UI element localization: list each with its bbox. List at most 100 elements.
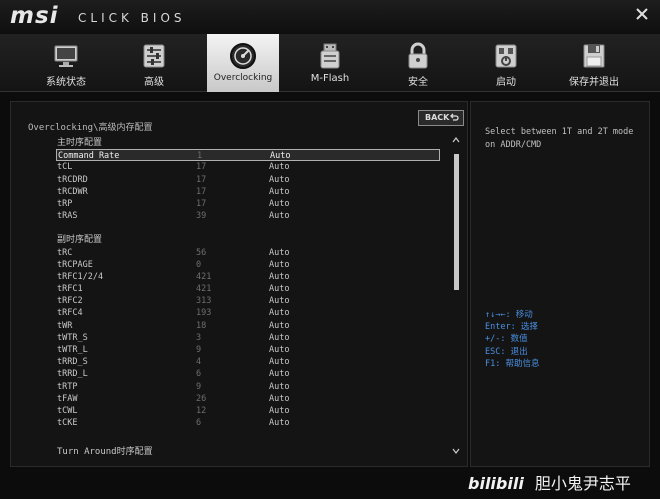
nav-label: 启动 — [496, 77, 516, 88]
setting-name: tWTR_S — [57, 332, 88, 343]
setting-name: tRC — [57, 247, 73, 258]
breadcrumb: Overclocking\高级内存配置 — [28, 123, 153, 133]
setting-row-trcpage[interactable]: tRCPAGE 0 Auto — [56, 259, 440, 271]
setting-mode[interactable]: Auto — [269, 161, 289, 173]
setting-row-trrd-l[interactable]: tRRD_L 6 Auto — [56, 368, 440, 380]
setting-row-tcwl[interactable]: tCWL 12 Auto — [56, 405, 440, 417]
nav-label: 安全 — [408, 77, 428, 88]
setting-mode[interactable]: Auto — [269, 174, 289, 186]
setting-mode[interactable]: Auto — [269, 271, 289, 283]
back-button[interactable]: BACK — [418, 110, 464, 126]
setting-name: tRRD_L — [57, 369, 88, 380]
setting-value: 17 — [196, 162, 207, 173]
setting-row-tcke[interactable]: tCKE 6 Auto — [56, 417, 440, 429]
setting-name: tRFC1/2/4 — [57, 271, 104, 282]
nav-label: 系统状态 — [46, 77, 86, 88]
key-help: ↑↓→←: 移动 Enter: 选择 +/-: 数值 ESC: 退出 F1: 帮… — [485, 309, 645, 370]
nav-m-flash[interactable]: M-Flash — [294, 34, 366, 92]
setting-value: 17 — [196, 186, 207, 197]
back-button-label: BACK — [425, 113, 450, 122]
scroll-up-icon[interactable] — [451, 136, 461, 144]
close-icon[interactable] — [634, 6, 650, 22]
setting-row-command-rate[interactable]: Command Rate 1 Auto — [56, 149, 440, 162]
setting-row-trfc2[interactable]: tRFC2 313 Auto — [56, 295, 440, 307]
setting-row-twr[interactable]: tWR 18 Auto — [56, 320, 440, 332]
section-heading-turnaround[interactable]: Turn Around时序配置 — [57, 444, 153, 457]
setting-mode[interactable]: Auto — [269, 210, 289, 222]
section-heading-primary: 主时序配置 — [57, 138, 103, 148]
setting-mode[interactable]: Auto — [269, 405, 289, 417]
setting-value: 6 — [196, 418, 202, 429]
setting-mode[interactable]: Auto — [269, 320, 289, 332]
setting-mode[interactable]: Auto — [269, 283, 289, 295]
key-help-enter: Enter: 选择 — [485, 322, 538, 333]
msi-logo: msi — [10, 3, 59, 29]
setting-value: 313 — [196, 296, 212, 307]
scrollbar-thumb[interactable] — [454, 154, 459, 290]
nav-label: 保存并退出 — [569, 77, 619, 88]
setting-row-trtp[interactable]: tRTP 9 Auto — [56, 381, 440, 393]
setting-value: 9 — [196, 345, 202, 355]
nav-security[interactable]: 安全 — [382, 34, 454, 92]
boot-icon — [495, 44, 517, 68]
settings-sliders-icon — [143, 44, 165, 68]
setting-row-trfc4[interactable]: tRFC4 193 Auto — [56, 307, 440, 319]
speedometer-icon — [230, 43, 256, 69]
help-description: Select between 1T and 2T mode on ADDR/CM… — [485, 127, 634, 150]
setting-mode[interactable]: Auto — [269, 344, 289, 356]
setting-row-tras[interactable]: tRAS 39 Auto — [56, 210, 440, 222]
setting-mode[interactable]: Auto — [269, 186, 289, 198]
setting-row-trfc124[interactable]: tRFC1/2/4 421 Auto — [56, 271, 440, 283]
setting-mode[interactable]: Auto — [269, 295, 289, 307]
setting-name: tRFC2 — [57, 296, 83, 307]
bilibili-logo: bilibili — [468, 474, 524, 493]
setting-value: 26 — [196, 393, 207, 404]
setting-mode[interactable]: Auto — [269, 198, 289, 210]
setting-value: 39 — [196, 211, 207, 222]
nav-advanced[interactable]: 高级 — [118, 34, 190, 92]
watermark: bilibili 胆小鬼尹志平 — [468, 470, 631, 494]
setting-mode[interactable]: Auto — [269, 307, 289, 319]
scroll-down-icon[interactable] — [451, 447, 461, 455]
setting-row-trc[interactable]: tRC 56 Auto — [56, 247, 440, 259]
lock-icon — [408, 42, 428, 69]
setting-row-trcdrd[interactable]: tRCDRD 17 Auto — [56, 174, 440, 186]
setting-mode[interactable]: Auto — [269, 247, 289, 259]
nav-boot[interactable]: 启动 — [470, 34, 542, 92]
setting-row-twtr-l[interactable]: tWTR_L 9 Auto — [56, 344, 440, 356]
nav-overclocking[interactable]: Overclocking — [207, 34, 279, 92]
setting-name: tWTR_L — [57, 345, 88, 355]
key-help-move: ↑↓→←: 移动 — [485, 310, 533, 320]
setting-name: tWR — [57, 320, 73, 331]
setting-value: 421 — [196, 284, 212, 295]
setting-mode[interactable]: Auto — [269, 332, 289, 344]
setting-row-tfaw[interactable]: tFAW 26 Auto — [56, 393, 440, 405]
setting-name: tRP — [57, 198, 73, 209]
setting-row-trcdwr[interactable]: tRCDWR 17 Auto — [56, 186, 440, 198]
setting-value: 12 — [196, 405, 207, 416]
setting-value: 4 — [196, 357, 202, 368]
timing-list: 主时序配置 Command Rate 1 Auto tCL 17 Auto tR… — [56, 137, 440, 429]
setting-mode[interactable]: Auto — [269, 381, 289, 393]
setting-row-twtr-s[interactable]: tWTR_S 3 Auto — [56, 332, 440, 344]
setting-mode[interactable]: Auto — [269, 356, 289, 368]
return-arrow-icon — [450, 113, 459, 121]
setting-value: 18 — [196, 320, 207, 331]
setting-row-tcl[interactable]: tCL 17 Auto — [56, 161, 440, 173]
nav-system-status[interactable]: 系统状态 — [30, 34, 102, 92]
setting-value: 17 — [196, 174, 207, 185]
nav-label: 高级 — [144, 77, 164, 88]
setting-row-trrd-s[interactable]: tRRD_S 4 Auto — [56, 356, 440, 368]
setting-value: 0 — [196, 259, 202, 270]
setting-row-trp[interactable]: tRP 17 Auto — [56, 198, 440, 210]
setting-name: tCL — [57, 162, 73, 173]
setting-row-trfc1[interactable]: tRFC1 421 Auto — [56, 283, 440, 295]
setting-mode[interactable]: Auto — [269, 368, 289, 380]
setting-mode[interactable]: Auto — [269, 259, 289, 271]
nav-save-exit[interactable]: 保存并退出 — [556, 34, 632, 92]
setting-mode[interactable]: Auto — [269, 417, 289, 429]
setting-value: 193 — [196, 308, 212, 319]
setting-name: tRCDWR — [57, 186, 88, 197]
setting-mode[interactable]: Auto — [269, 393, 289, 405]
